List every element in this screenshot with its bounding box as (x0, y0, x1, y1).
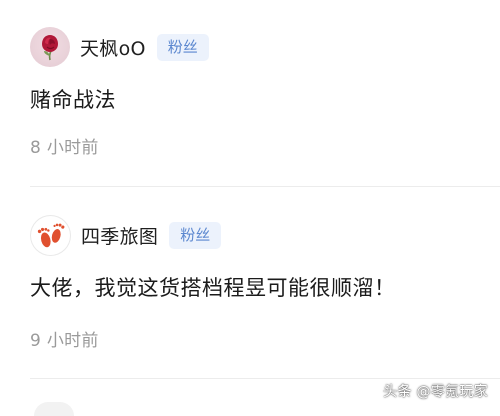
avatar[interactable] (30, 27, 70, 67)
avatar[interactable] (30, 215, 71, 256)
comment-divider (30, 378, 500, 379)
footprints-avatar-icon (37, 223, 65, 248)
avatar[interactable] (34, 402, 74, 416)
comment-item: 天枫oO 粉丝 赌命战法 8 小时前 (0, 0, 500, 188)
comment-item: 四季旅图 粉丝 大佬，我觉这货搭档程昱可能很顺溜！ 9 小时前 (0, 189, 500, 379)
comment-divider (30, 186, 500, 187)
fan-badge: 粉丝 (169, 222, 222, 249)
username[interactable]: 天枫oO (80, 34, 146, 61)
comment-text: 赌命战法 (30, 88, 116, 112)
comment-text: 大佬，我觉这货搭档程昱可能很顺溜！ (30, 276, 396, 300)
comment-header: 四季旅图 粉丝 (30, 215, 222, 256)
fan-badge: 粉丝 (156, 33, 209, 61)
comment-time: 9 小时前 (30, 331, 99, 351)
comment-time: 8 小时前 (30, 138, 99, 158)
watermark: 头条 @零氪玩家 (383, 384, 488, 400)
comment-header: 天枫oO 粉丝 (30, 27, 209, 67)
rose-avatar-icon (42, 35, 58, 61)
username[interactable]: 四季旅图 (81, 222, 158, 249)
